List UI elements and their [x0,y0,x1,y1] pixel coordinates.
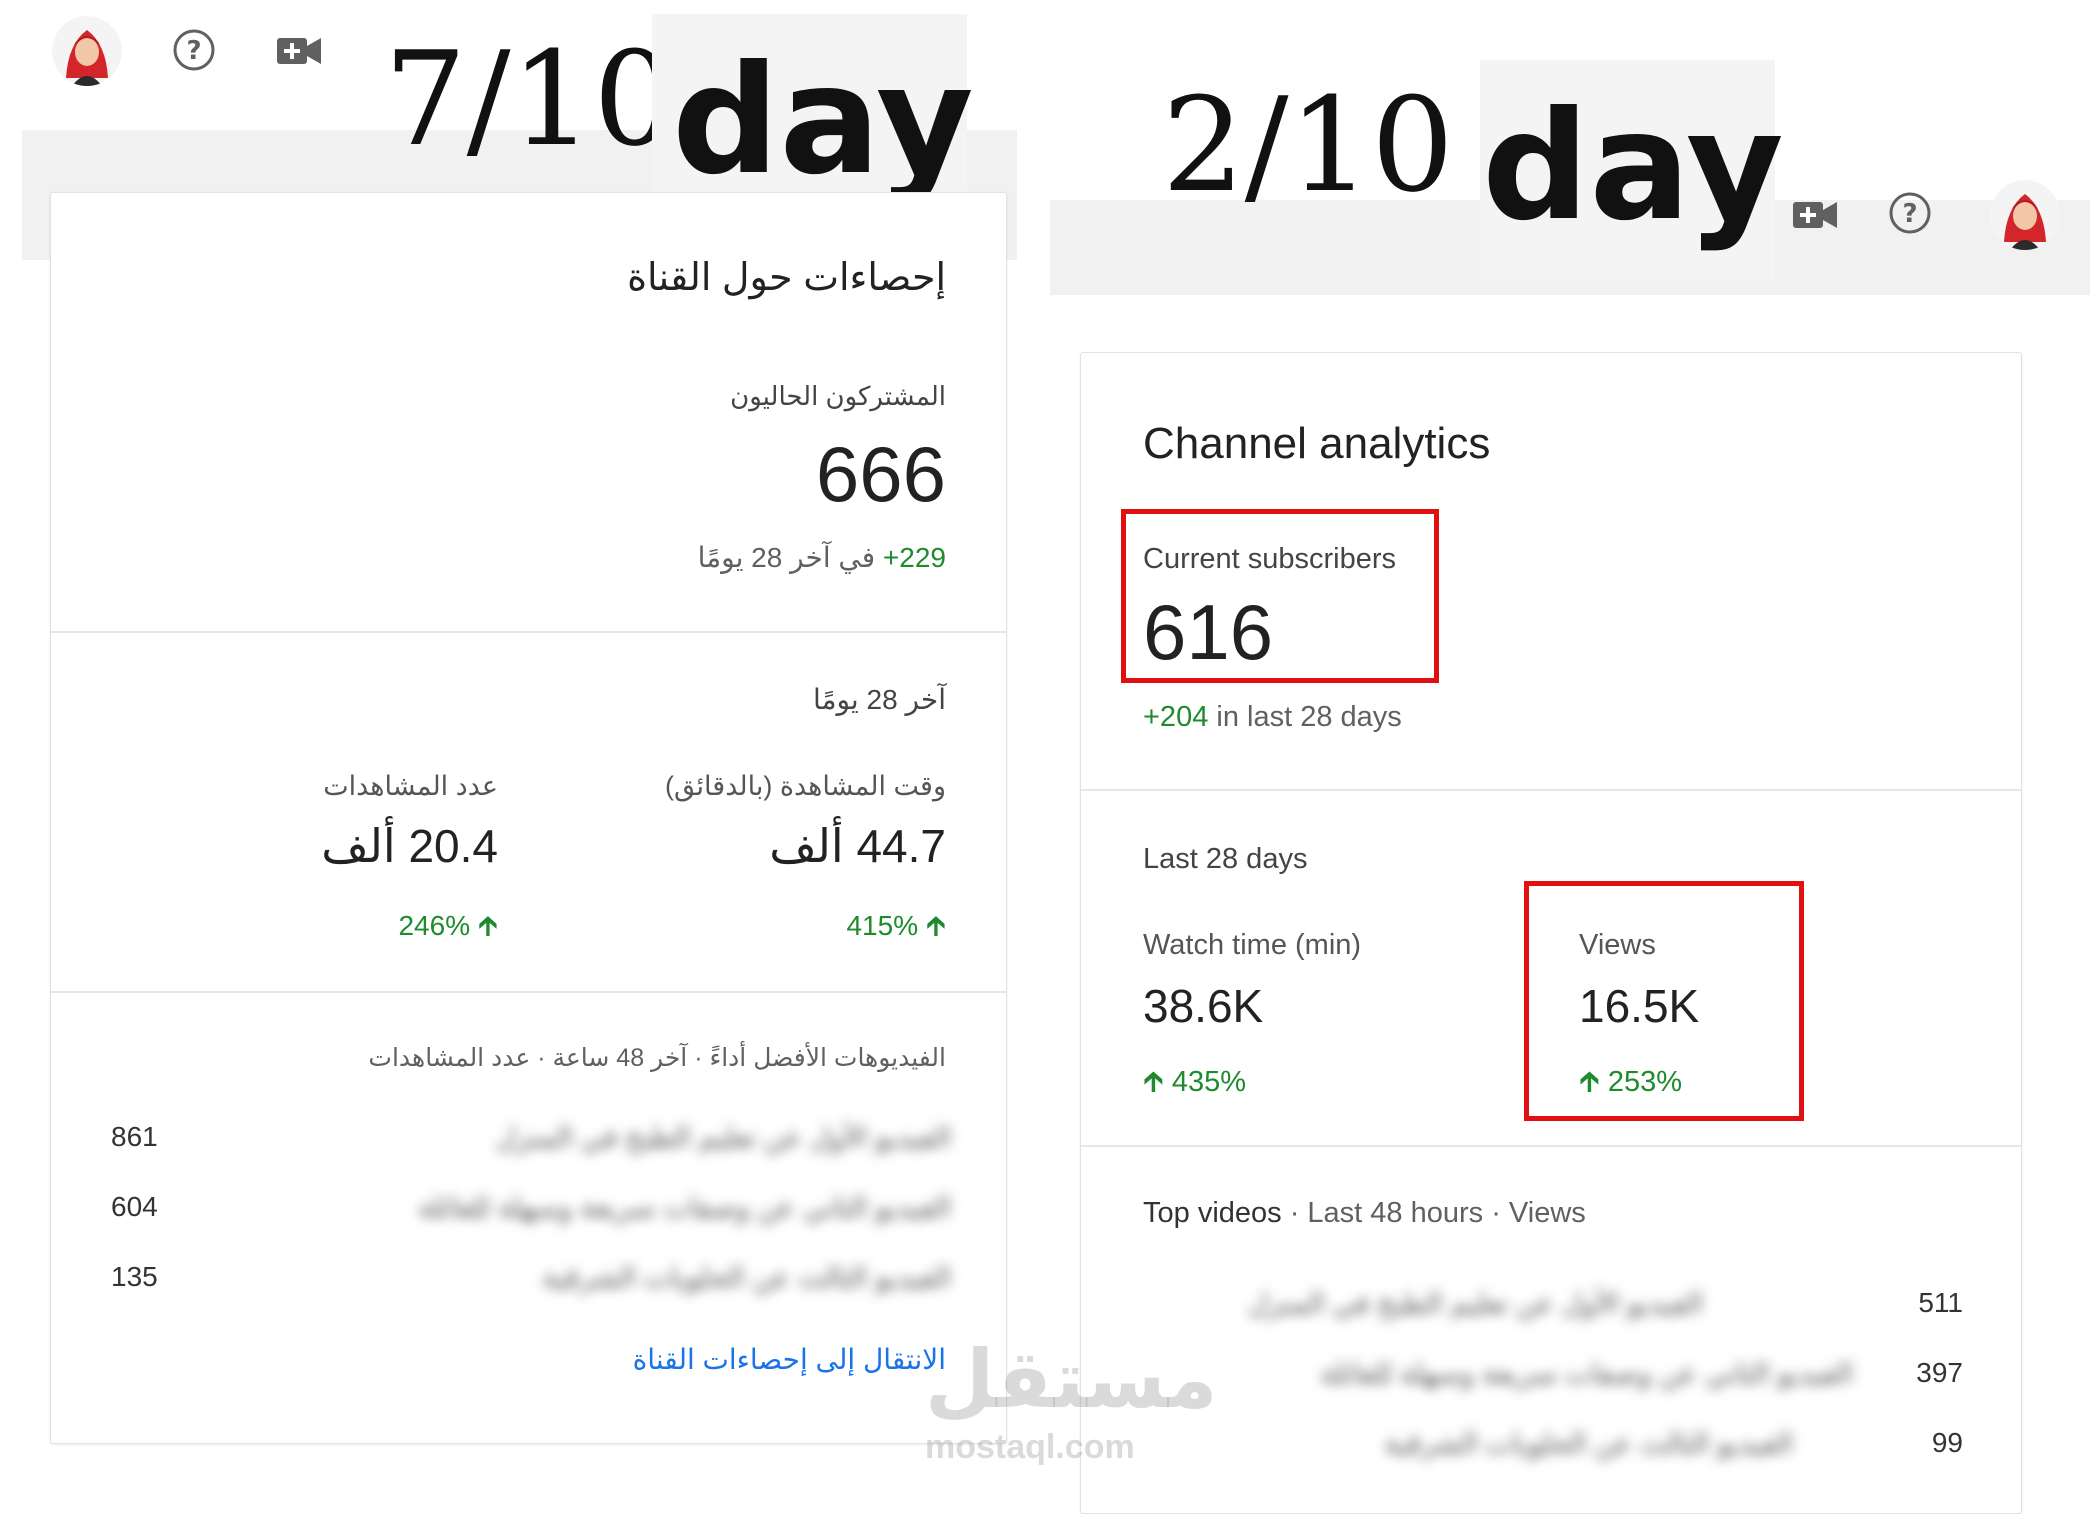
up-arrow-icon: 🡱 [1143,1066,1164,1098]
top-videos-label: Top videos [1143,1197,1282,1229]
watch-time-change: 415% [846,910,919,941]
channel-analytics-card: إحصاءات حول القناة المشتركون الحاليون 66… [50,192,1007,1444]
help-icon[interactable]: ? [172,28,216,77]
left-panel: ? 7/10 day إحصاءات حول القناة المشتركون … [22,0,1022,1500]
views-value: 20.4 ألف [321,820,498,872]
list-item[interactable]: 135 الفيديو الثالث عن الحلويات الشرقية [111,1261,951,1293]
video-title: الفيديو الثالث عن الحلويات الشرقية [542,1262,951,1293]
video-title: الفيديو الثالث عن الحلويات الشرقية [1384,1428,1793,1459]
views-label: عدد المشاهدات [323,771,498,801]
views-label: Views [1579,929,1656,961]
video-views: 397 [1916,1357,1963,1388]
list-item[interactable]: 861 الفيديو الأول عن تعليم الطبخ في المن… [111,1121,951,1153]
subscribers-change-suffix: في آخر 28 يومًا [697,542,876,573]
day-label: day [1482,80,1784,254]
video-title: الفيديو الأول عن تعليم الطبخ في المنزل [495,1122,951,1153]
subscribers-change: +229 [882,542,946,573]
subscribers-value: 666 [815,430,946,518]
add-video-icon[interactable] [1792,198,1838,237]
list-item[interactable]: الفيديو الأول عن تعليم الطبخ في المنزل 5… [1143,1287,1963,1319]
up-arrow-icon: 🡱 [477,910,498,941]
divider [51,991,1006,993]
day-label: day [672,34,974,208]
watch-time-label: Watch time (min) [1143,929,1362,961]
watermark-url: mostaql.com [925,1428,1135,1466]
watch-time-change-row: 🡱 435% [1143,1061,1246,1110]
top-videos-header: Top videos · Last 48 hours · Views [1143,1197,1586,1230]
video-title: الفيديو الثاني عن وصفات سريعة وسهلة للعا… [418,1192,951,1223]
views-change: 253% [1607,1066,1683,1098]
list-item[interactable]: الفيديو الثالث عن الحلويات الشرقية 99 [1143,1427,1963,1459]
views-value: 16.5K [1579,980,1700,1032]
divider [1081,789,2021,791]
watch-time-change: 435% [1171,1066,1247,1098]
avatar[interactable] [52,16,122,86]
top-videos-meta: · Last 48 hours · Views [1281,1197,1586,1229]
video-title: الفيديو الأول عن تعليم الطبخ في المنزل [1247,1288,1703,1319]
card-title: Channel analytics [1143,419,1491,468]
watch-time-change-row: 415% 🡱 [846,905,946,953]
right-panel: 2/10 day ? Channel analytics Current sub [1050,0,2100,1514]
subscribers-change-row: +204 in last 28 days [1143,701,1402,734]
divider [1081,1145,2021,1147]
video-views: 861 [111,1121,158,1152]
card-title: إحصاءات حول القناة [627,257,946,299]
divider [51,631,1006,633]
avatar[interactable] [1990,180,2060,250]
watch-time-value: 38.6K [1143,980,1264,1032]
date-label: 7/10 [384,23,676,175]
video-views: 604 [111,1191,158,1222]
svg-text:?: ? [1902,199,1917,229]
up-arrow-icon: 🡱 [1579,1066,1600,1098]
top-videos-header: الفيديوهات الأفضل أداءً · آخر 48 ساعة · … [368,1044,946,1072]
subscribers-value: 616 [1143,588,1274,676]
list-item[interactable]: 604 الفيديو الثاني عن وصفات سريعة وسهلة … [111,1191,951,1223]
video-views: 511 [1918,1287,1963,1318]
date-label: 2/10 [1162,69,1454,221]
channel-analytics-link[interactable]: الانتقال إلى إحصاءات القناة [633,1343,946,1376]
channel-analytics-card: Channel analytics Current subscribers 61… [1080,352,2022,1514]
video-title: الفيديو الثاني عن وصفات سريعة وسهلة للعا… [1320,1358,1853,1389]
help-icon[interactable]: ? [1888,191,1932,240]
svg-text:?: ? [186,36,201,66]
views-change: 246% [398,910,471,941]
period-label: Last 28 days [1143,843,1308,875]
video-views: 135 [111,1261,158,1292]
up-arrow-icon: 🡱 [925,910,946,941]
subscribers-change-suffix: in last 28 days [1216,701,1402,733]
video-views: 99 [1931,1427,1963,1458]
views-change-row: 246% 🡱 [398,905,498,953]
subscribers-label: Current subscribers [1143,543,1397,575]
list-item[interactable]: الفيديو الثاني عن وصفات سريعة وسهلة للعا… [1143,1357,1963,1389]
watch-time-value: 44.7 ألف [769,820,946,872]
period-label: آخر 28 يومًا [812,684,946,715]
watch-time-label: وقت المشاهدة (بالدقائق) [665,771,946,801]
views-change-row: 🡱 253% [1579,1061,1682,1110]
subscribers-change-row: +229 في آخر 28 يومًا [698,541,946,574]
subscribers-change: +204 [1143,701,1209,733]
watermark-logo: مستقل [925,1335,1218,1424]
add-video-icon[interactable] [276,34,322,73]
subscribers-label: المشتركون الحاليون [730,381,946,411]
